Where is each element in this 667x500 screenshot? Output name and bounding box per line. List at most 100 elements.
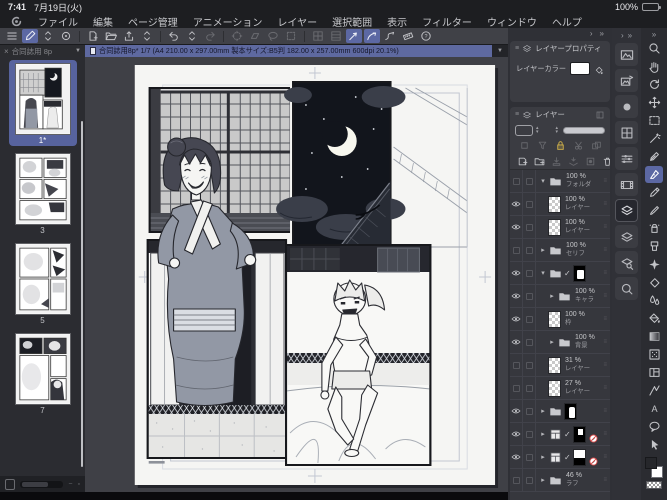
hand-tool[interactable] bbox=[645, 58, 663, 75]
open-icon[interactable] bbox=[103, 29, 119, 43]
dock-layers-icon[interactable] bbox=[615, 225, 638, 248]
layer-checkbox[interactable] bbox=[523, 423, 536, 445]
layer-drag-handle[interactable]: ≡ bbox=[603, 431, 607, 437]
clip-at-layer-icon[interactable] bbox=[519, 140, 530, 151]
collapse-icon[interactable]: ▾ bbox=[539, 177, 547, 185]
layer-row[interactable]: 100 %枠≡ bbox=[510, 308, 610, 331]
gradient-tool[interactable] bbox=[645, 328, 663, 345]
page-thumbnail-item[interactable]: 1* bbox=[9, 60, 77, 146]
menu-編集[interactable]: 編集 bbox=[93, 14, 113, 29]
zoom-tool[interactable] bbox=[645, 40, 663, 57]
set-as-reference-icon[interactable] bbox=[591, 140, 602, 151]
page-thumbnail-item[interactable]: 5 bbox=[9, 240, 77, 326]
layer-row[interactable]: ▸100 %セリフ≡ bbox=[510, 239, 610, 262]
newpage-icon[interactable] bbox=[85, 29, 101, 43]
framepanel-tool[interactable] bbox=[645, 364, 663, 381]
snap-icon[interactable] bbox=[346, 29, 362, 43]
airbrush-tool[interactable] bbox=[645, 220, 663, 237]
layer-visibility-toggle[interactable] bbox=[510, 285, 523, 307]
menu-表示[interactable]: 表示 bbox=[387, 14, 407, 29]
layer-visibility-toggle[interactable] bbox=[510, 377, 523, 399]
layer-drag-handle[interactable]: ≡ bbox=[603, 224, 607, 230]
brush-tool[interactable] bbox=[645, 202, 663, 219]
tab-chevron-down-icon[interactable]: ▼ bbox=[75, 48, 81, 54]
layer-row[interactable]: ▾✓≡ bbox=[510, 262, 610, 285]
dock-colorset-icon[interactable] bbox=[615, 121, 638, 144]
document-title-bar[interactable]: 合同誌用8p* 1/7 (A4 210.00 x 297.00mm 製本サイズ:… bbox=[85, 45, 492, 57]
layer-checkbox[interactable] bbox=[523, 354, 536, 376]
expand-icon[interactable]: ▸ bbox=[548, 292, 556, 300]
tone-tool[interactable] bbox=[645, 346, 663, 363]
expand-icon[interactable]: ▸ bbox=[539, 453, 547, 461]
page-thumbnail-item[interactable]: 3 bbox=[9, 150, 77, 236]
dock-layerprop-icon[interactable] bbox=[615, 199, 638, 222]
eraser-tool[interactable] bbox=[645, 274, 663, 291]
layer-checkbox[interactable] bbox=[523, 400, 536, 422]
panel-menu-icon[interactable]: ≡ bbox=[515, 111, 519, 118]
layer-checkbox[interactable] bbox=[523, 170, 536, 192]
layer-color-swatch[interactable] bbox=[570, 62, 590, 75]
layer-checkbox[interactable] bbox=[523, 216, 536, 238]
layer-checkbox[interactable] bbox=[523, 446, 536, 468]
merge-down-button[interactable] bbox=[568, 156, 579, 167]
layer-drag-handle[interactable]: ≡ bbox=[603, 293, 607, 299]
page-minus-icon[interactable]: − bbox=[68, 481, 72, 488]
layer-drag-handle[interactable]: ≡ bbox=[603, 454, 607, 460]
pen-tool[interactable] bbox=[645, 166, 663, 183]
select-tool[interactable] bbox=[645, 112, 663, 129]
expand-icon[interactable]: ▸ bbox=[539, 430, 547, 438]
decoration-tool[interactable] bbox=[645, 238, 663, 255]
transparent-color-swatch[interactable] bbox=[646, 481, 662, 489]
menu-ファイル[interactable]: ファイル bbox=[38, 14, 78, 29]
layer-visibility-toggle[interactable] bbox=[510, 262, 523, 284]
lock-transparent-icon[interactable] bbox=[573, 140, 584, 151]
figure-tool[interactable] bbox=[645, 382, 663, 399]
wand-tool[interactable] bbox=[645, 130, 663, 147]
blend-mode-stepper-icon[interactable]: ▴▾ bbox=[536, 126, 539, 134]
updown-icon[interactable] bbox=[40, 29, 56, 43]
layer-visibility-toggle[interactable] bbox=[510, 193, 523, 215]
panel-expand-all-icon[interactable]: » bbox=[600, 29, 604, 38]
move-tool[interactable] bbox=[645, 94, 663, 111]
layer-thumbnail[interactable] bbox=[548, 196, 561, 213]
dock-brushsize-icon[interactable] bbox=[615, 95, 638, 118]
panel-collapse-icon[interactable]: › bbox=[590, 29, 593, 38]
document-tab[interactable]: × 合同誌用 8p ▼ bbox=[0, 45, 85, 57]
layer-row[interactable]: ▸100 %キャラ≡ bbox=[510, 285, 610, 308]
dock-expand-icon[interactable]: » bbox=[628, 31, 632, 40]
layer-drag-handle[interactable]: ≡ bbox=[603, 270, 607, 276]
dock-subview-icon[interactable] bbox=[615, 69, 638, 92]
dock-layersearch-icon[interactable] bbox=[615, 251, 638, 274]
menu-選択範囲[interactable]: 選択範囲 bbox=[332, 14, 372, 29]
panel-menu-icon[interactable]: ≡ bbox=[515, 45, 519, 52]
layer-row[interactable]: ▾100 %フォルダ≡ bbox=[510, 170, 610, 193]
dock-timeline-icon[interactable] bbox=[615, 173, 638, 196]
layer-visibility-toggle[interactable] bbox=[510, 216, 523, 238]
layer-mask-button[interactable] bbox=[585, 156, 596, 167]
menu-ページ管理[interactable]: ページ管理 bbox=[128, 14, 178, 29]
layer-checkbox[interactable] bbox=[523, 377, 536, 399]
delete-layer-button[interactable] bbox=[602, 156, 610, 167]
layer-drag-handle[interactable]: ≡ bbox=[603, 477, 607, 483]
layer-thumbnail[interactable] bbox=[548, 219, 561, 236]
layer-drag-handle[interactable]: ≡ bbox=[603, 339, 607, 345]
layer-row[interactable]: ▸46 %ラフ≡ bbox=[510, 469, 610, 492]
new-folder-button[interactable] bbox=[534, 156, 545, 167]
layer-visibility-toggle[interactable] bbox=[510, 446, 523, 468]
tools-expand-icon[interactable]: » bbox=[652, 30, 656, 39]
layer-color-bucket-icon[interactable] bbox=[594, 62, 604, 75]
lock-layer-icon[interactable] bbox=[555, 140, 566, 151]
layer-drag-handle[interactable]: ≡ bbox=[603, 178, 607, 184]
menu-アニメーション[interactable]: アニメーション bbox=[193, 14, 263, 29]
layer-visibility-toggle[interactable] bbox=[510, 308, 523, 330]
rotate-tool[interactable] bbox=[645, 76, 663, 93]
canvas-viewport[interactable] bbox=[85, 57, 508, 492]
layer-row[interactable]: 100 %レイヤー≡ bbox=[510, 193, 610, 216]
layer-checkbox[interactable] bbox=[523, 331, 536, 353]
export-icon[interactable] bbox=[121, 29, 137, 43]
layer-thumbnail[interactable] bbox=[548, 311, 561, 328]
snapcurve-icon[interactable] bbox=[364, 29, 380, 43]
updown-icon[interactable] bbox=[139, 29, 155, 43]
layer-checkbox[interactable] bbox=[523, 239, 536, 261]
panel-tab-icon[interactable] bbox=[595, 110, 605, 120]
